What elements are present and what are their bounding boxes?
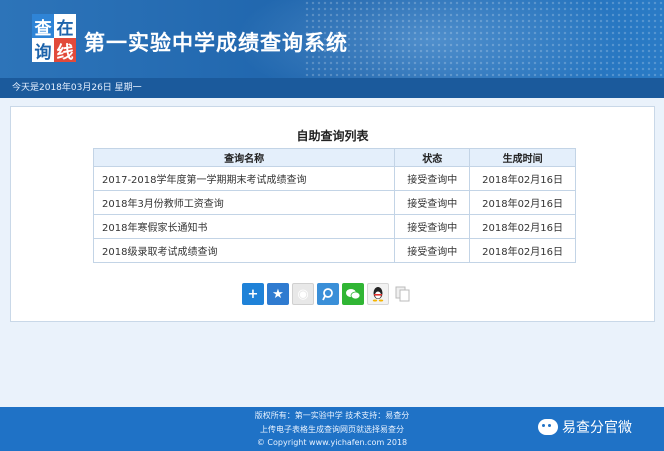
query-name-link[interactable]: 2017-2018学年度第一学期期末考试成绩查询 xyxy=(92,166,396,191)
query-name-link[interactable]: 2018年3月份教师工资查询 xyxy=(92,190,396,215)
wechat-icon[interactable] xyxy=(342,283,364,305)
query-name-link[interactable]: 2018年寒假家长通知书 xyxy=(92,214,396,239)
wechat-bubble-icon xyxy=(538,419,558,435)
query-time: 2018年02月16日 xyxy=(469,166,576,191)
table-header-row: 查询名称 状态 生成时间 xyxy=(92,148,576,167)
table-row[interactable]: 2018级录取考试成绩查询 接受查询中 2018年02月16日 xyxy=(92,238,576,263)
table-row[interactable]: 2018年3月份教师工资查询 接受查询中 2018年02月16日 xyxy=(92,190,576,215)
query-time: 2018年02月16日 xyxy=(469,238,576,263)
banner-world-map-pattern xyxy=(304,0,664,78)
plus-icon[interactable]: + xyxy=(242,283,264,305)
share-toolbar: + ★ ◉ xyxy=(242,283,414,305)
tencent-weibo-icon[interactable] xyxy=(317,283,339,305)
qzone-star-icon[interactable]: ★ xyxy=(267,283,289,305)
watermark-text: 易查分官微 xyxy=(562,420,632,436)
tencent-glyph xyxy=(322,288,333,301)
table-row[interactable]: 2018年寒假家长通知书 接受查询中 2018年02月16日 xyxy=(92,214,576,239)
copy-glyph xyxy=(395,286,410,302)
qq-penguin-glyph xyxy=(372,287,384,302)
column-header-name: 查询名称 xyxy=(92,148,396,167)
query-list-panel: 自助查询列表 查询名称 状态 生成时间 2017-2018学年度第一学期期末考试… xyxy=(10,106,655,322)
query-status: 接受查询中 xyxy=(394,166,471,191)
table-row[interactable]: 2017-2018学年度第一学期期末考试成绩查询 接受查询中 2018年02月1… xyxy=(92,166,576,191)
wechat-glyph xyxy=(346,289,361,300)
site-title: 第一实验中学成绩查询系统 xyxy=(84,30,348,55)
column-header-status: 状态 xyxy=(394,148,471,167)
wechat-watermark: 易查分官微 xyxy=(538,416,632,438)
qq-icon[interactable] xyxy=(367,283,389,305)
query-time: 2018年02月16日 xyxy=(469,190,576,215)
query-time: 2018年02月16日 xyxy=(469,214,576,239)
logo-char: 线 xyxy=(54,38,76,63)
footer-site-link[interactable]: © Copyright www.yichafen.com 2018 xyxy=(0,438,664,447)
header-banner: 查 在 询 线 第一实验中学成绩查询系统 xyxy=(0,0,664,78)
logo-char: 在 xyxy=(54,14,76,39)
logo-char: 查 xyxy=(32,14,54,39)
copy-icon[interactable] xyxy=(392,283,414,305)
query-name-link[interactable]: 2018级录取考试成绩查询 xyxy=(92,238,396,263)
column-header-time: 生成时间 xyxy=(469,148,576,167)
site-logo: 查 在 询 线 xyxy=(32,14,76,63)
query-table: 查询名称 状态 生成时间 2017-2018学年度第一学期期末考试成绩查询 接受… xyxy=(92,148,576,263)
query-status: 接受查询中 xyxy=(394,238,471,263)
query-status: 接受查询中 xyxy=(394,214,471,239)
date-bar: 今天是2018年03月26日 星期一 xyxy=(0,78,664,98)
panel-title: 自助查询列表 xyxy=(296,129,369,143)
query-status: 接受查询中 xyxy=(394,190,471,215)
logo-char: 询 xyxy=(32,38,54,63)
weibo-icon[interactable]: ◉ xyxy=(292,283,314,305)
